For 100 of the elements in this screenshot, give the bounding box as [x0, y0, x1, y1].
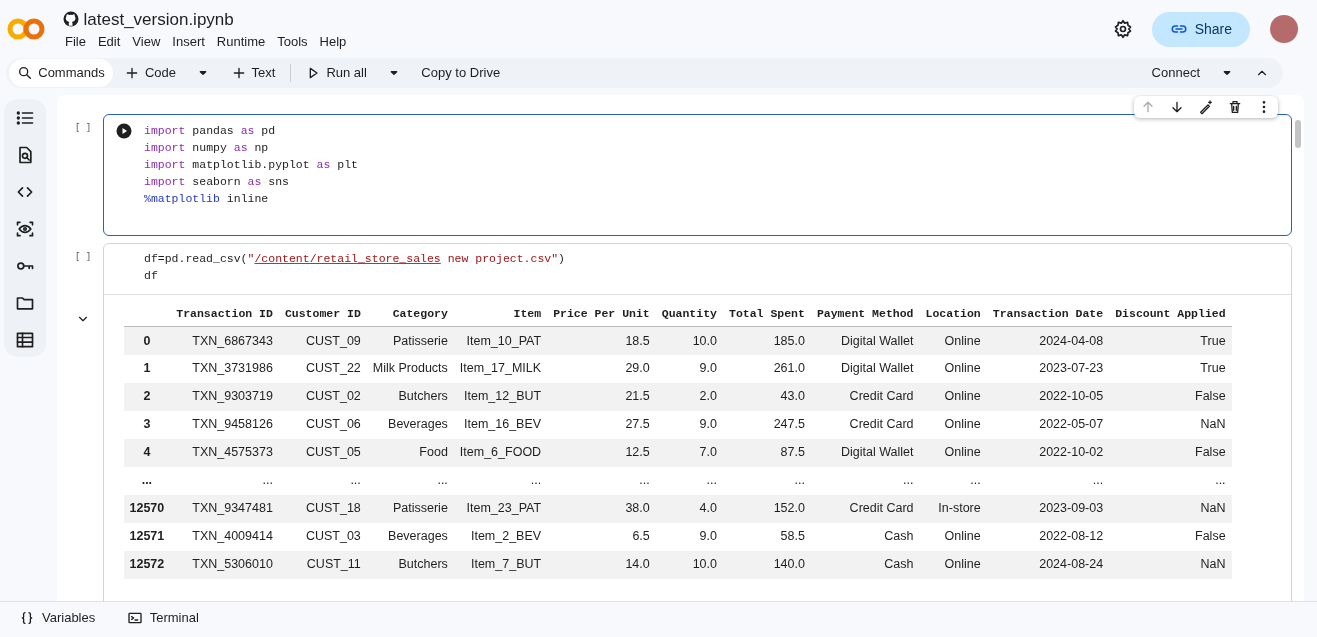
- table-cell: Item_7_BUT: [453, 550, 548, 579]
- table-cell: Online: [919, 354, 987, 383]
- menu-item[interactable]: Insert: [166, 32, 211, 52]
- menu-item[interactable]: Help: [313, 32, 353, 52]
- column-header: Category: [366, 301, 454, 327]
- table-cell: 2022-05-07: [986, 410, 1110, 439]
- execution-count: [ ]: [74, 250, 92, 264]
- column-header: Transaction ID: [170, 301, 279, 327]
- code-line: import numpy as np: [144, 139, 270, 156]
- table-cell: True: [1109, 354, 1232, 383]
- table-cell: 261.0: [723, 354, 811, 383]
- table-cell: CUST_09: [278, 326, 367, 355]
- row-index: 0: [123, 326, 171, 355]
- table-cell: ...: [1109, 466, 1232, 495]
- table-cell: Digital Wallet: [810, 438, 920, 467]
- table-cell: Milk Products: [366, 354, 454, 383]
- table-cell: 7.0: [655, 438, 723, 467]
- table-cell: 2022-10-05: [986, 382, 1110, 411]
- table-cell: In-store: [919, 494, 987, 523]
- column-header: Quantity: [655, 301, 723, 327]
- table-cell: 9.0: [655, 354, 723, 383]
- table-cell: TXN_3731986: [170, 354, 279, 383]
- table-cell: ...: [986, 466, 1110, 495]
- table-cell: ...: [655, 466, 723, 495]
- table-cell: 12.5: [547, 438, 656, 467]
- table-cell: ...: [170, 466, 279, 495]
- table-cell: False: [1109, 522, 1232, 551]
- table-cell: Item_6_FOOD: [453, 438, 548, 467]
- column-header: Customer ID: [278, 301, 367, 327]
- row-index: 3: [123, 410, 171, 439]
- table-cell: 152.0: [723, 494, 811, 523]
- table-cell: CUST_02: [278, 382, 367, 411]
- add-button[interactable]: Code: [115, 59, 185, 87]
- column-header: Total Spent: [723, 301, 811, 327]
- table-cell: ...: [366, 466, 454, 495]
- column-header: Discount Applied: [1109, 301, 1232, 327]
- code-line: import matplotlib.pyplot as plt: [144, 156, 358, 173]
- run-all-button[interactable]: Run all: [297, 59, 375, 87]
- table-cell: 58.5: [723, 522, 811, 551]
- table-cell: 27.5: [547, 410, 656, 439]
- table-cell: Item_2_BEV: [453, 522, 548, 551]
- terminal-button[interactable]: Terminal: [120, 607, 205, 629]
- table-cell: Item_17_MILK: [453, 354, 548, 383]
- table-cell: Online: [919, 326, 987, 355]
- table-cell: ...: [278, 466, 367, 495]
- column-header: Transaction Date: [986, 301, 1110, 327]
- commands-button[interactable]: Commands: [9, 59, 113, 87]
- notebook-title[interactable]: latest_version.ipynb: [83, 6, 234, 32]
- table-cell: 43.0: [723, 382, 811, 411]
- table-cell: ...: [723, 466, 811, 495]
- table-cell: 2022-08-12: [986, 522, 1110, 551]
- table-cell: False: [1109, 382, 1232, 411]
- column-header: Price Per Unit: [547, 301, 656, 327]
- table-cell: 2022-10-02: [986, 438, 1110, 467]
- row-index: 2: [123, 382, 171, 411]
- table-cell: Digital Wallet: [810, 354, 920, 383]
- code-line: %matplotlib inline: [144, 190, 270, 207]
- table-cell: Item_10_PAT: [453, 326, 548, 355]
- table-cell: Online: [919, 410, 987, 439]
- table-cell: CUST_18: [278, 494, 367, 523]
- table-cell: 10.0: [655, 550, 723, 579]
- row-index: ...: [123, 466, 171, 495]
- menu-item[interactable]: Edit: [91, 32, 127, 52]
- menu-item[interactable]: Tools: [271, 32, 314, 52]
- table-cell: Online: [919, 550, 987, 579]
- row-index: 12570: [123, 494, 171, 523]
- table-cell: Food: [366, 438, 454, 467]
- table-cell: ...: [547, 466, 656, 495]
- table-cell: TXN_5306010: [170, 550, 279, 579]
- code-line: import seaborn as sns: [144, 173, 290, 190]
- table-cell: CUST_05: [278, 438, 367, 467]
- add-button[interactable]: Text: [222, 59, 284, 87]
- table-cell: 2024-04-08: [986, 326, 1110, 355]
- table-cell: Credit Card: [810, 382, 920, 411]
- table-cell: Item_12_BUT: [453, 382, 548, 411]
- menu-item[interactable]: Runtime: [210, 32, 272, 52]
- table-cell: 21.5: [547, 382, 656, 411]
- table-cell: 10.0: [655, 326, 723, 355]
- table-cell: 9.0: [655, 522, 723, 551]
- share-button[interactable]: Share: [1152, 11, 1250, 47]
- table-cell: Online: [919, 438, 987, 467]
- table-cell: Butchers: [366, 550, 454, 579]
- table-cell: Patisserie: [366, 494, 454, 523]
- table-cell: 2.0: [655, 382, 723, 411]
- column-header: Payment Method: [810, 301, 920, 327]
- table-cell: NaN: [1109, 550, 1232, 579]
- table-cell: Beverages: [366, 410, 454, 439]
- connect-button[interactable]: Connect: [1143, 59, 1208, 87]
- menu-item[interactable]: View: [126, 32, 167, 52]
- variables-button[interactable]: Variables: [13, 607, 102, 629]
- table-cell: 2023-09-03: [986, 494, 1110, 523]
- table-cell: Online: [919, 522, 987, 551]
- table-cell: ...: [453, 466, 548, 495]
- table-cell: 2024-08-24: [986, 550, 1110, 579]
- code-line: import pandas as pd: [144, 122, 277, 139]
- toolbar-button[interactable]: Copy to Drive: [413, 59, 509, 87]
- code-cell[interactable]: import pandas as pd import numpy as np import matplotlib.pyplot as plt import seaborn as sns %matplotlib inline: [103, 114, 1292, 236]
- table-cell: Cash: [810, 550, 920, 579]
- menu-item[interactable]: File: [59, 32, 92, 52]
- table-cell: TXN_9303719: [170, 382, 279, 411]
